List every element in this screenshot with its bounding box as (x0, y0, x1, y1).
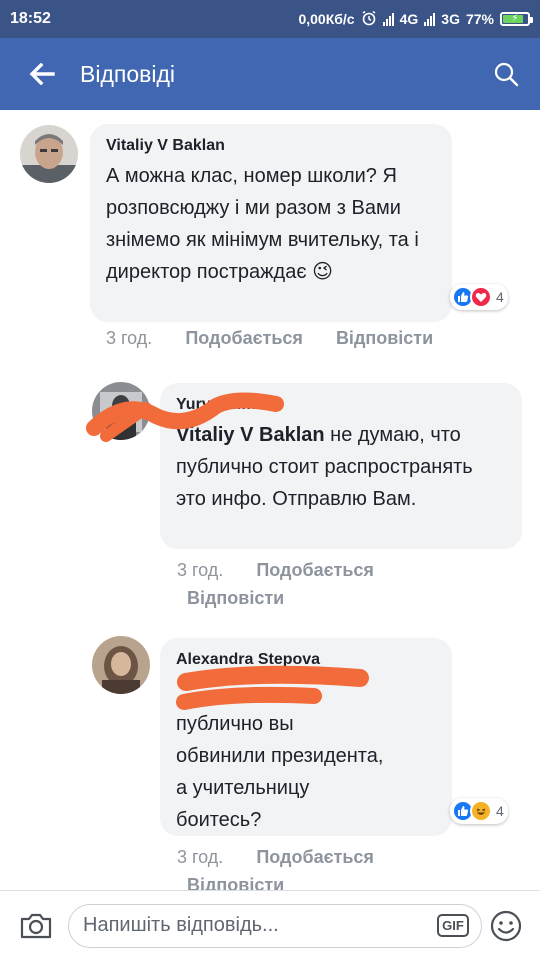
reply-input[interactable]: Напишіть відповідь... GIF (68, 903, 482, 948)
status-indicators: 0,00Кб/с 4G 3G 77% ⚡ (298, 10, 533, 29)
signal-icon (382, 12, 394, 26)
status-bar: 18:52 0,00Кб/с 4G 3G 77% ⚡ (0, 0, 540, 38)
reaction-summary[interactable]: 4 (450, 284, 508, 310)
signal-icon-2 (424, 12, 436, 26)
redaction-mark (86, 392, 284, 442)
comment-author[interactable]: Vitaliy V Baklan (106, 136, 438, 156)
like-button[interactable]: Подобається (185, 328, 303, 348)
reaction-count: 4 (496, 289, 504, 305)
gif-button[interactable]: GIF (433, 911, 473, 941)
comment-time: 3 год. (177, 560, 224, 580)
alarm-icon (361, 10, 377, 29)
reply-button[interactable]: Відповісти (187, 588, 284, 608)
net-speed: 0,00Кб/с (298, 11, 355, 27)
comment-time: 3 год. (106, 328, 153, 348)
comment-bubble: Vitaliy V Baklan А можна клас, номер шко… (90, 124, 452, 322)
avatar[interactable] (20, 125, 78, 183)
arrow-left-icon[interactable] (24, 56, 60, 92)
reply-button[interactable]: Відповісти (336, 328, 433, 348)
wink-emoji: 😉 (312, 261, 333, 283)
love-reaction-icon (470, 286, 492, 308)
status-time: 18:52 (10, 10, 51, 27)
battery-percent: 77% (465, 11, 494, 27)
comment-actions: 3 год. Подобається Відповісти (106, 328, 461, 349)
reply-composer: Напишіть відповідь... GIF (0, 890, 540, 960)
reaction-count: 4 (496, 803, 504, 819)
reply-placeholder: Напишіть відповідь... (83, 914, 279, 936)
comment-text: А можна клас, номер школи? Я розповсюджу… (106, 165, 419, 283)
net-type-2: 3G (441, 11, 460, 27)
like-button[interactable]: Подобається (256, 560, 374, 580)
search-icon[interactable] (488, 56, 524, 92)
battery-icon: ⚡ (500, 12, 533, 26)
like-button[interactable]: Подобається (256, 847, 374, 867)
reaction-summary[interactable]: 4 (450, 798, 508, 824)
haha-reaction-icon (470, 800, 492, 822)
redaction-mark (176, 665, 369, 710)
avatar[interactable] (92, 636, 150, 694)
comment-actions: 3 год. Подобається Відповісти (177, 556, 477, 612)
comment-time: 3 год. (177, 847, 224, 867)
camera-icon[interactable] (16, 906, 56, 946)
net-type-1: 4G (399, 11, 419, 27)
app-bar: Відповіді (0, 38, 540, 110)
page-title: Відповіді (80, 60, 175, 87)
smiley-icon[interactable] (486, 906, 526, 946)
